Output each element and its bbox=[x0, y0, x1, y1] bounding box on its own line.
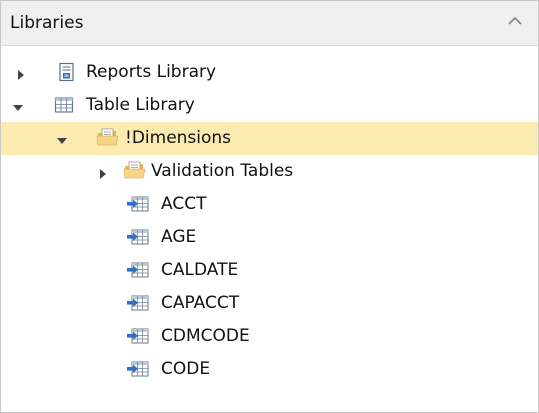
tree-item-label: !Dimensions bbox=[125, 128, 232, 148]
tree-item-label: CDMCODE bbox=[161, 326, 250, 346]
tree-item-table[interactable]: AGE bbox=[1, 221, 538, 254]
table-link-icon bbox=[126, 194, 150, 214]
tree-item-table[interactable]: ACCT bbox=[1, 188, 538, 221]
tree-item-label: Validation Tables bbox=[151, 161, 294, 181]
chevron-up-icon[interactable] bbox=[506, 13, 524, 29]
tree-item-label: CALDATE bbox=[161, 260, 239, 280]
open-folder-icon bbox=[123, 161, 147, 181]
open-folder-icon bbox=[96, 128, 120, 148]
report-icon bbox=[57, 62, 77, 82]
libraries-panel: Libraries Reports Library Table Library … bbox=[0, 0, 539, 413]
panel-header: Libraries bbox=[1, 1, 538, 46]
tree-item-label: AGE bbox=[161, 227, 197, 247]
tree-item-label: Table Library bbox=[86, 95, 195, 115]
collapse-arrow-icon[interactable] bbox=[12, 99, 24, 111]
expand-arrow-icon[interactable] bbox=[97, 165, 109, 179]
tree-item-table[interactable]: CAPACCT bbox=[1, 287, 538, 320]
table-link-icon bbox=[126, 293, 150, 313]
tree-item-table[interactable]: CODE bbox=[1, 353, 538, 386]
tree-item-validation-tables[interactable]: Validation Tables bbox=[1, 155, 538, 188]
tree-item-label: CODE bbox=[161, 359, 211, 379]
table-link-icon bbox=[126, 260, 150, 280]
tree-item-dimensions[interactable]: !Dimensions bbox=[1, 122, 538, 155]
tree-item-table-library[interactable]: Table Library bbox=[1, 89, 538, 122]
tree-item-label: ACCT bbox=[161, 194, 207, 214]
tree-item-label: CAPACCT bbox=[161, 293, 240, 313]
expand-arrow-icon[interactable] bbox=[15, 66, 27, 80]
tree-item-label: Reports Library bbox=[86, 62, 217, 82]
collapse-arrow-icon[interactable] bbox=[56, 132, 68, 144]
table-link-icon bbox=[126, 359, 150, 379]
tree-item-table[interactable]: CALDATE bbox=[1, 254, 538, 287]
tree-item-reports-library[interactable]: Reports Library bbox=[1, 56, 538, 89]
table-link-icon bbox=[126, 227, 150, 247]
table-grid-icon bbox=[54, 95, 74, 115]
table-link-icon bbox=[126, 326, 150, 346]
panel-title: Libraries bbox=[10, 13, 84, 33]
tree-item-table[interactable]: CDMCODE bbox=[1, 320, 538, 353]
